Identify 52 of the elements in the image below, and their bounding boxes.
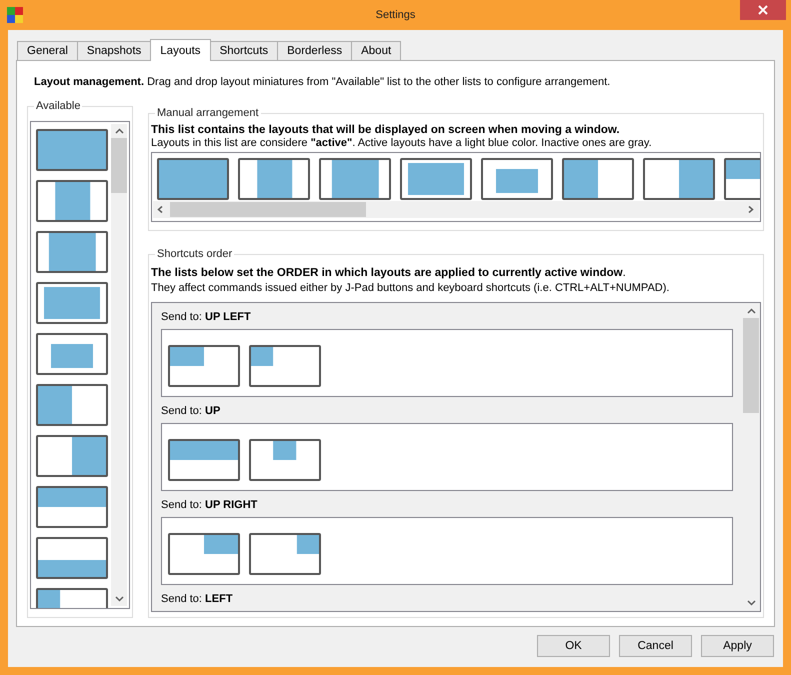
group-label: Send to: UP LEFT xyxy=(161,311,252,324)
tab[interactable]: About xyxy=(351,41,402,60)
layout-miniature[interactable] xyxy=(249,345,321,387)
layout-miniature[interactable] xyxy=(36,384,108,426)
layout-miniature[interactable] xyxy=(168,345,240,387)
layout-miniature[interactable] xyxy=(157,158,229,200)
layout-miniature[interactable] xyxy=(562,158,634,200)
dialog-button[interactable]: OK xyxy=(537,635,610,657)
layout-miniature[interactable] xyxy=(36,486,108,528)
scrollbar-thumb[interactable] xyxy=(170,202,366,217)
scrollbar-thumb[interactable] xyxy=(743,318,759,413)
note-text: Layouts in this list are considere "active". Active layouts have a light blue color. Inactive ones are gray. xyxy=(151,137,653,149)
layout-miniature[interactable] xyxy=(400,158,472,200)
group-label: Send to: UP xyxy=(161,405,222,418)
layout-miniature[interactable] xyxy=(168,533,240,575)
layout-miniature[interactable] xyxy=(36,231,108,273)
dialog-button[interactable]: Cancel xyxy=(619,635,692,657)
group-title: Manual arrangement xyxy=(155,107,261,119)
vertical-scrollbar[interactable] xyxy=(111,124,127,606)
heading-text: This list contains the layouts that will be displayed on screen when moving a window. xyxy=(151,124,621,136)
layout-miniature[interactable] xyxy=(319,158,391,200)
layout-miniature[interactable] xyxy=(36,180,108,222)
layout-miniature[interactable] xyxy=(643,158,715,200)
group-title: Available xyxy=(34,100,82,112)
layout-miniature[interactable] xyxy=(481,158,553,200)
layout-miniature[interactable] xyxy=(36,129,108,171)
group-title: Shortcuts order xyxy=(155,248,234,260)
tab[interactable]: Layouts xyxy=(150,39,211,61)
tab[interactable]: General xyxy=(17,41,78,60)
close-button[interactable] xyxy=(740,0,786,20)
dialog-button[interactable]: Apply xyxy=(701,635,774,657)
horizontal-scrollbar[interactable] xyxy=(153,201,759,218)
group-label: Send to: UP RIGHT xyxy=(161,499,258,512)
tab[interactable]: Borderless xyxy=(277,41,352,60)
intro-text: Layout management. Drag and drop layout miniatures from "Available" list to the other lists to configure arrangement. xyxy=(34,76,612,88)
group-label: Send to: LEFT xyxy=(161,593,234,606)
layout-miniature[interactable] xyxy=(36,435,108,477)
tab[interactable]: Snapshots xyxy=(76,41,152,60)
layout-miniature[interactable] xyxy=(36,537,108,579)
window-title: Settings xyxy=(376,9,416,21)
close-icon xyxy=(758,5,768,15)
layout-miniature[interactable] xyxy=(36,333,108,375)
scrollbar-thumb[interactable] xyxy=(111,138,127,193)
note-text: They affect commands issued either by J-Pad buttons and keyboard shortcuts (i.e. CTRL+ALT+NUMPAD). xyxy=(151,282,670,294)
tab[interactable]: Shortcuts xyxy=(210,41,278,60)
layout-miniature[interactable] xyxy=(249,533,321,575)
app-icon xyxy=(7,7,23,23)
layout-miniature[interactable] xyxy=(36,282,108,324)
layout-miniature[interactable] xyxy=(238,158,310,200)
heading-text: The lists below set the ORDER in which layouts are applied to currently active window. xyxy=(151,267,627,279)
layout-miniature[interactable] xyxy=(168,439,240,481)
layout-miniature[interactable] xyxy=(249,439,321,481)
